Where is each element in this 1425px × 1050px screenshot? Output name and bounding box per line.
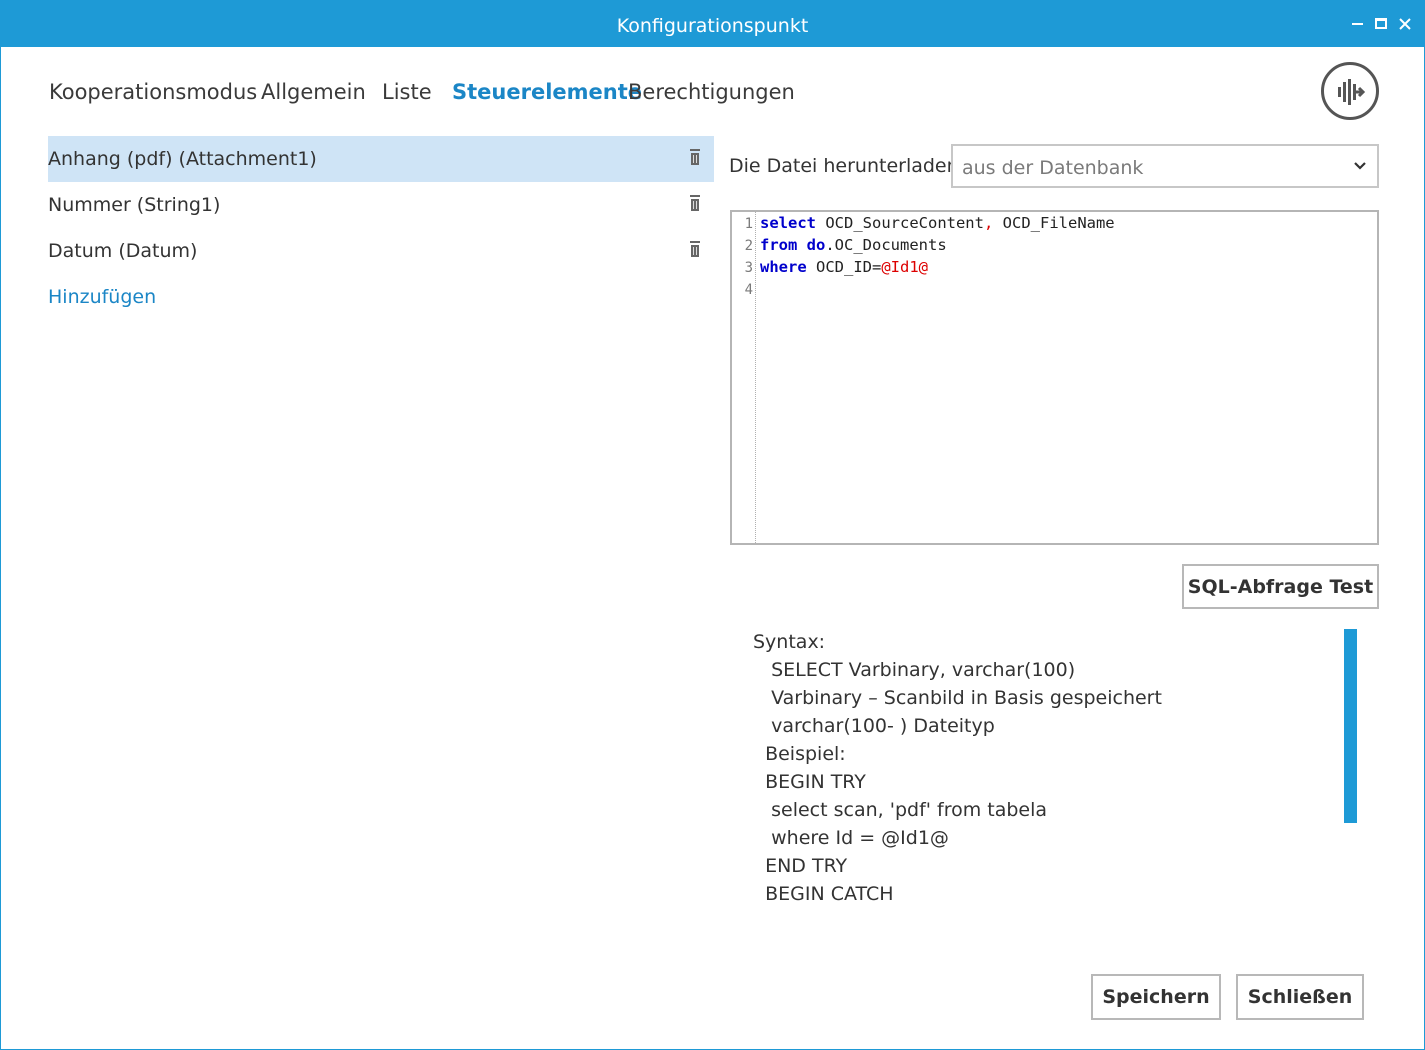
- title-bar: Konfigurationspunkt: [1, 1, 1424, 47]
- syntax-help: Syntax: SELECT Varbinary, varchar(100) V…: [753, 631, 1333, 911]
- list-item-label: Anhang (pdf) (Attachment1): [48, 148, 317, 170]
- syntax-scrollbar[interactable]: [1344, 629, 1357, 823]
- window-title: Konfigurationspunkt: [616, 15, 809, 37]
- tab-liste[interactable]: Liste: [382, 80, 432, 104]
- syntax-line: select scan, 'pdf' from tabela: [753, 799, 1048, 821]
- save-button[interactable]: Speichern: [1091, 974, 1221, 1020]
- window-minimize-icon[interactable]: [1347, 14, 1367, 34]
- window-close-icon[interactable]: [1395, 14, 1415, 34]
- list-item-label: Nummer (String1): [48, 194, 221, 216]
- add-control-link[interactable]: Hinzufügen: [48, 286, 156, 308]
- line-number: 2: [744, 238, 753, 254]
- syntax-line: Varbinary – Scanbild in Basis gespeicher…: [753, 687, 1162, 709]
- editor-gutter: 1 2 3 4: [732, 212, 756, 543]
- dialog-window: Konfigurationspunkt Kooperationsmodus Al…: [0, 0, 1425, 1050]
- download-label: Die Datei herunterladen: [729, 155, 959, 177]
- syntax-line: varchar(100- ) Dateityp: [753, 715, 995, 737]
- sql-test-button[interactable]: SQL-Abfrage Test: [1182, 564, 1379, 609]
- code-line: select OCD_SourceContent, OCD_FileName: [760, 214, 1115, 232]
- syntax-line: Syntax:: [753, 631, 826, 653]
- chevron-down-icon: [1354, 162, 1366, 170]
- control-list: Anhang (pdf) (Attachment1) Nummer (Strin…: [48, 136, 714, 274]
- tab-allgemein[interactable]: Allgemein: [261, 80, 366, 104]
- tab-kooperationsmodus[interactable]: Kooperationsmodus: [49, 80, 257, 104]
- code-line: where OCD_ID=@Id1@: [760, 258, 928, 276]
- tab-berechtigungen[interactable]: Berechtigungen: [628, 80, 795, 104]
- trash-icon[interactable]: [690, 195, 700, 211]
- download-source-select[interactable]: aus der Datenbank: [951, 144, 1379, 188]
- app-logo-icon[interactable]: [1321, 62, 1379, 120]
- list-item-label: Datum (Datum): [48, 240, 198, 262]
- line-number: 4: [744, 282, 753, 298]
- list-item[interactable]: Nummer (String1): [48, 182, 714, 228]
- syntax-line: BEGIN CATCH: [753, 883, 894, 905]
- syntax-line: END TRY: [753, 855, 848, 877]
- list-item[interactable]: Datum (Datum): [48, 228, 714, 274]
- close-button[interactable]: Schließen: [1236, 974, 1364, 1020]
- syntax-line: SELECT Varbinary, varchar(100): [753, 659, 1076, 681]
- window-maximize-icon[interactable]: [1371, 14, 1391, 34]
- syntax-line: BEGIN TRY: [753, 771, 866, 793]
- trash-icon[interactable]: [690, 241, 700, 257]
- line-number: 3: [744, 260, 753, 276]
- download-source-value: aus der Datenbank: [962, 157, 1144, 179]
- line-number: 1: [744, 216, 753, 232]
- sql-editor[interactable]: 1 2 3 4 select OCD_SourceContent, OCD_Fi…: [730, 210, 1379, 545]
- trash-icon[interactable]: [690, 149, 700, 165]
- syntax-line: Beispiel:: [753, 743, 846, 765]
- tab-steuerelemente[interactable]: Steuerelemente: [452, 80, 642, 104]
- code-line: from do.OC_Documents: [760, 236, 947, 254]
- list-item[interactable]: Anhang (pdf) (Attachment1): [48, 136, 714, 182]
- syntax-line: where Id = @Id1@: [753, 827, 949, 849]
